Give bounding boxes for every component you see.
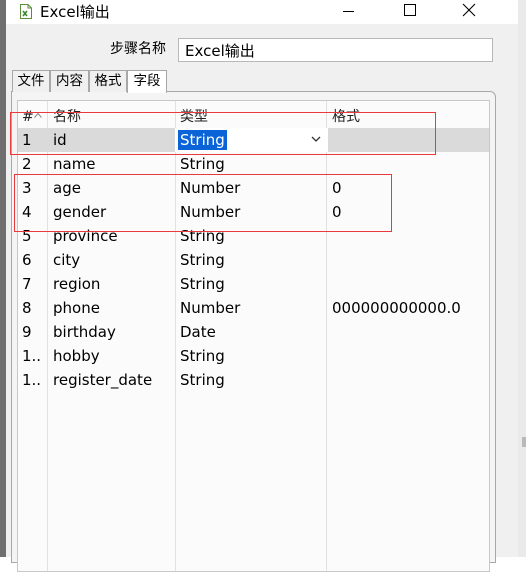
field-name[interactable]: name [53,152,175,176]
table-row[interactable]: 1.. register_date String [18,368,489,392]
tab-file[interactable]: 文件 [12,70,50,92]
field-name[interactable]: birthday [53,320,175,344]
step-name-label: 步骤名称 [110,41,166,57]
field-format[interactable]: 000000000000.0 [332,296,482,320]
annotation-box-id-row [10,112,436,155]
field-format[interactable] [332,248,482,272]
row-number: 1.. [22,371,42,389]
maximize-button[interactable] [387,0,433,24]
title-bar: Excel输出 [6,0,518,24]
fields-table: # 名称 类型 格式 1 id String 2 name String 3 a… [17,100,490,572]
field-type[interactable]: String [180,272,330,296]
excel-file-icon [20,4,32,19]
field-format[interactable] [332,368,482,392]
row-number: 6 [22,251,32,269]
maximize-icon [404,4,416,16]
field-type[interactable]: String [180,344,330,368]
row-number: 8 [22,299,32,317]
field-name[interactable]: region [53,272,175,296]
table-row[interactable]: 6 city String [18,248,489,272]
field-type[interactable]: Number [180,296,330,320]
field-name[interactable]: phone [53,296,175,320]
table-row[interactable]: 8 phone Number 000000000000.0 [18,296,489,320]
row-number: 1.. [22,347,42,365]
field-format[interactable] [332,320,482,344]
annotation-box-number-rows [14,174,392,232]
table-row[interactable]: 7 region String [18,272,489,296]
field-type[interactable]: String [180,152,330,176]
row-number: 9 [22,323,32,341]
field-type[interactable]: String [180,368,330,392]
field-type[interactable]: Date [180,320,330,344]
tab-fields[interactable]: 字段 [127,70,167,93]
close-icon [462,3,476,17]
row-number: 7 [22,275,32,293]
excel-output-dialog: Excel输出 步骤名称 文件 内容 格式 字段 # 名称 类型 格式 1 id [6,0,518,572]
field-name[interactable]: city [53,248,175,272]
tab-content[interactable]: 内容 [50,70,89,92]
field-name[interactable]: hobby [53,344,175,368]
table-row[interactable]: 1.. hobby String [18,344,489,368]
background-edge-right [518,0,526,557]
field-format[interactable] [332,272,482,296]
window-title: Excel输出 [40,3,110,21]
minimize-button[interactable] [326,0,372,24]
close-button[interactable] [446,0,492,24]
minimize-icon [343,11,354,12]
sort-arrow-icon [34,103,42,118]
field-name[interactable]: register_date [53,368,175,392]
field-type[interactable]: String [180,248,330,272]
table-row[interactable]: 9 birthday Date [18,320,489,344]
row-number: 2 [22,155,32,173]
step-name-input[interactable] [178,38,493,62]
field-format[interactable] [332,344,482,368]
field-format[interactable] [332,152,482,176]
tab-format[interactable]: 格式 [89,70,127,92]
table-row[interactable]: 2 name String [18,152,489,176]
